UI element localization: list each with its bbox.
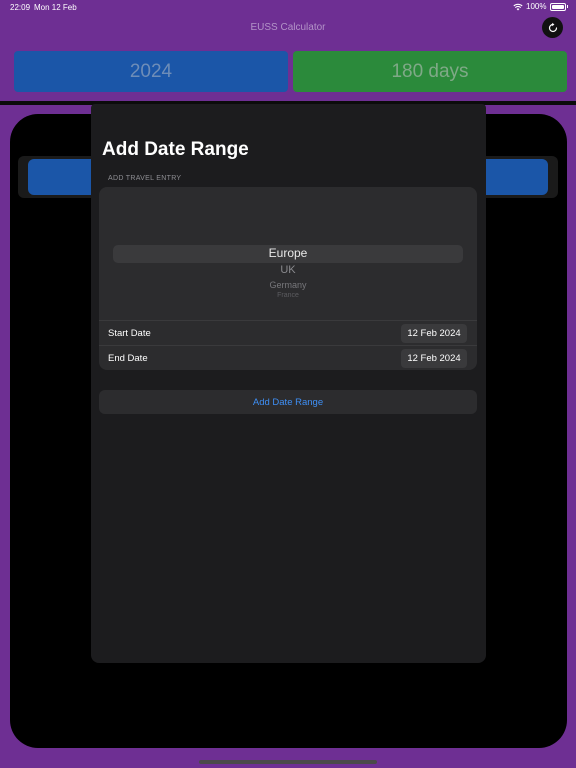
start-date-row: Start Date 12 Feb 2024 [99,320,477,345]
region-picker[interactable]: Europe UK Germany France [99,187,477,320]
days-tile[interactable]: 180 days [293,51,567,92]
picker-item[interactable]: UK [99,264,477,276]
section-header: ADD TRAVEL ENTRY [108,175,182,182]
year-tile[interactable]: 2024 [14,51,288,92]
picker-item[interactable]: France [99,292,477,299]
refresh-icon [548,22,557,32]
wifi-icon [513,3,523,10]
end-date-label: End Date [108,353,148,364]
end-date-row: End Date 12 Feb 2024 [99,345,477,370]
status-indicators: 100% [513,2,568,11]
battery-icon [549,2,566,11]
picker-item-selected[interactable]: Europe [99,246,477,260]
start-date-picker[interactable]: 12 Feb 2024 [401,324,467,343]
add-date-range-modal: Add Date Range ADD TRAVEL ENTRY Europe U… [91,104,486,663]
add-date-range-button[interactable]: Add Date Range [99,390,477,414]
start-date-label: Start Date [108,328,151,339]
status-bar: 22:09 Mon 12 Feb 100% [0,0,576,14]
modal-title: Add Date Range [102,139,249,160]
status-time: 22:09 [10,3,31,12]
refresh-button[interactable] [542,17,563,38]
end-date-picker[interactable]: 12 Feb 2024 [401,349,467,368]
app-title: EUSS Calculator [250,22,326,33]
background-button [28,159,98,195]
battery-percent: 100% [526,2,547,11]
background-button [478,159,548,195]
travel-entry-form: Europe UK Germany France Start Date 12 F… [99,187,477,370]
home-indicator [199,760,377,764]
status-date: Mon 12 Feb [34,3,77,12]
picker-item[interactable]: Germany [99,280,477,290]
